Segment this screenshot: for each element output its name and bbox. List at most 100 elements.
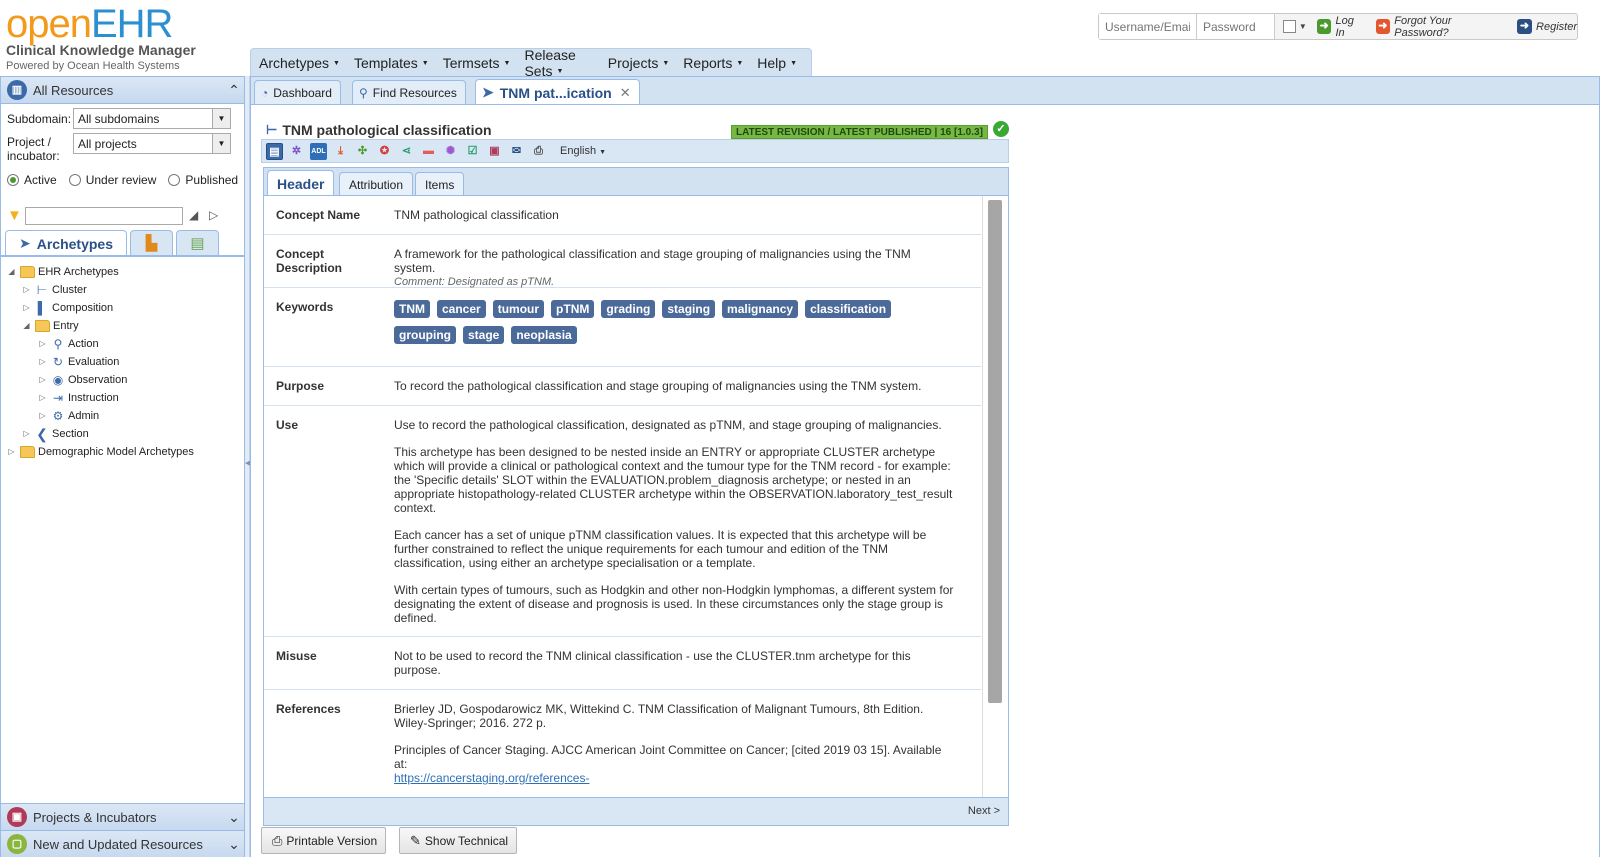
remember-dropdown-icon[interactable]: ▼ bbox=[1299, 22, 1307, 31]
chevron-down-icon[interactable]: ▼ bbox=[212, 109, 230, 128]
collapsed-triangle-icon[interactable]: ▷ bbox=[22, 303, 31, 312]
reference-link[interactable]: https://cancerstaging.org/references- bbox=[394, 771, 954, 785]
printable-version-button[interactable]: ⎙ Printable Version bbox=[261, 827, 387, 854]
award-icon[interactable]: ✪ bbox=[376, 143, 393, 160]
collapsed-triangle-icon[interactable]: ▷ bbox=[38, 375, 47, 384]
tab-archetypes[interactable]: ➤ Archetypes bbox=[5, 230, 127, 256]
tab-termsets[interactable]: ▤ bbox=[176, 230, 219, 256]
login-icon: ➜ bbox=[1316, 19, 1332, 34]
tree-node-admin[interactable]: ▷ ⚙ Admin bbox=[38, 407, 99, 424]
menu-release-sets[interactable]: Release Sets ▼ bbox=[524, 47, 593, 79]
status-filter: Active Under review Published bbox=[7, 173, 238, 187]
row-concept-name: Concept Name TNM pathological classifica… bbox=[264, 196, 981, 235]
menu-projects[interactable]: Projects ▼ bbox=[608, 55, 670, 71]
menu-termsets[interactable]: Termsets ▼ bbox=[443, 55, 511, 71]
collapsed-triangle-icon[interactable]: ▷ bbox=[38, 339, 47, 348]
tab-find-resources[interactable]: ⚲ Find Resources bbox=[352, 80, 466, 104]
tree-node-entry[interactable]: ◢ Entry bbox=[22, 317, 79, 334]
collapsed-triangle-icon[interactable]: ▷ bbox=[22, 429, 31, 438]
chevron-down-icon[interactable]: ⌄ bbox=[224, 836, 244, 853]
show-technical-button[interactable]: ✎ Show Technical bbox=[399, 827, 518, 854]
chevron-down-icon[interactable]: ▼ bbox=[212, 134, 230, 153]
chevron-down-icon[interactable]: ⌄ bbox=[224, 809, 244, 826]
discussion-icon[interactable]: ▬ bbox=[420, 143, 437, 160]
next-button[interactable]: Next > bbox=[968, 805, 1000, 817]
tree-node-ehr-archetypes[interactable]: ◢ EHR Archetypes bbox=[7, 263, 119, 280]
project-select[interactable]: All projects ▼ bbox=[73, 133, 231, 154]
task-icon[interactable]: ☑ bbox=[464, 143, 481, 160]
subdomain-select[interactable]: All subdomains ▼ bbox=[73, 108, 231, 129]
collapsed-triangle-icon[interactable]: ▷ bbox=[38, 357, 47, 366]
instruction-icon: ⇥ bbox=[52, 390, 64, 405]
menu-help[interactable]: Help ▼ bbox=[757, 55, 797, 71]
collapsed-triangle-icon[interactable]: ▷ bbox=[22, 285, 31, 294]
forgot-password-link[interactable]: ➜ Forgot Your Password? bbox=[1375, 15, 1508, 39]
adl-icon[interactable]: ADL bbox=[310, 142, 327, 160]
active-radio[interactable] bbox=[7, 174, 19, 186]
download-icon[interactable]: ⤓ bbox=[332, 143, 349, 160]
tree-node-evaluation[interactable]: ▷ ↻ Evaluation bbox=[38, 353, 119, 370]
document-subtabs: Header Attribution Items bbox=[263, 167, 1009, 196]
tab-items[interactable]: Items bbox=[415, 172, 465, 196]
archetype-icon: ➤ bbox=[482, 84, 494, 100]
next-match-icon[interactable]: ▷ bbox=[209, 208, 218, 222]
mail-icon[interactable]: ✉ bbox=[508, 143, 525, 160]
published-radio[interactable] bbox=[168, 174, 181, 186]
tab-document[interactable]: ➤ TNM pat...ication ✕ bbox=[475, 79, 640, 105]
menu-reports[interactable]: Reports ▼ bbox=[683, 55, 743, 71]
print-icon[interactable]: ⎙ bbox=[530, 143, 547, 160]
expanded-triangle-icon[interactable]: ◢ bbox=[22, 321, 31, 330]
app-subtitle: Clinical Knowledge Manager bbox=[6, 42, 196, 58]
termset-icon: ▤ bbox=[190, 235, 205, 252]
row-misuse: Misuse Not to be used to record the TNM … bbox=[264, 637, 981, 690]
menu-templates[interactable]: Templates ▼ bbox=[354, 55, 429, 71]
openehr-logo[interactable]: openEHR bbox=[6, 2, 173, 46]
chevron-up-icon[interactable]: ⌃ bbox=[224, 82, 244, 99]
tree-node-section[interactable]: ▷ ❮ Section bbox=[22, 425, 88, 442]
resource-type-tabs: ➤ Archetypes ▙ ▤ bbox=[5, 230, 245, 256]
pager-bar: Next > bbox=[263, 798, 1009, 826]
remember-me-checkbox[interactable] bbox=[1283, 20, 1296, 33]
tab-templates[interactable]: ▙ bbox=[130, 230, 173, 256]
collapsed-triangle-icon[interactable]: ▷ bbox=[38, 411, 47, 420]
all-resources-header[interactable]: ▥ All Resources ⌃ bbox=[1, 77, 244, 104]
view-icon[interactable]: ▤ bbox=[266, 142, 283, 160]
projects-icon: ▣ bbox=[7, 807, 27, 827]
login-link[interactable]: ➜ Log In bbox=[1316, 15, 1366, 39]
tree-node-observation[interactable]: ▷ ◉ Observation bbox=[38, 371, 127, 388]
tree-node-action[interactable]: ▷ ⚲ Action bbox=[38, 335, 98, 352]
check-circle-icon: ✓ bbox=[993, 121, 1009, 137]
expanded-triangle-icon[interactable]: ◢ bbox=[7, 267, 16, 276]
scrollbar-thumb[interactable] bbox=[988, 200, 1002, 703]
tree-node-composition[interactable]: ▷ ▌ Composition bbox=[22, 299, 113, 316]
tree-node-demographic[interactable]: ▷ Demographic Model Archetypes bbox=[7, 443, 194, 460]
tab-attribution[interactable]: Attribution bbox=[339, 172, 414, 196]
template-icon: ▙ bbox=[145, 235, 158, 252]
tree-node-instruction[interactable]: ▷ ⇥ Instruction bbox=[38, 389, 118, 406]
cluster-icon: ⊢ bbox=[266, 122, 278, 137]
collapsed-triangle-icon[interactable]: ▷ bbox=[38, 393, 47, 402]
collapsed-triangle-icon[interactable]: ▷ bbox=[7, 447, 16, 456]
tab-header[interactable]: Header bbox=[267, 170, 335, 196]
language-select[interactable]: English ▼ bbox=[560, 145, 606, 157]
projects-icon[interactable]: ▣ bbox=[486, 143, 503, 160]
review-icon[interactable]: ✺ bbox=[442, 143, 459, 160]
keyword-badge: malignancy bbox=[722, 300, 799, 318]
menu-archetypes[interactable]: Archetypes ▼ bbox=[259, 55, 340, 71]
close-icon[interactable]: ✕ bbox=[620, 85, 631, 101]
under-review-radio[interactable] bbox=[68, 174, 81, 186]
expand-all-icon[interactable]: ◢ bbox=[189, 208, 198, 222]
username-input[interactable] bbox=[1099, 14, 1197, 39]
projects-incubators-header[interactable]: ▣ Projects & Incubators ⌄ bbox=[1, 803, 244, 830]
tree-node-cluster[interactable]: ▷ ⊢ Cluster bbox=[22, 281, 86, 298]
compare-icon[interactable]: ✣ bbox=[354, 143, 371, 160]
mindmap-icon[interactable]: ✲ bbox=[288, 143, 305, 160]
filter-input[interactable] bbox=[25, 207, 183, 225]
content-scrollbar[interactable] bbox=[982, 196, 1008, 797]
new-updated-header[interactable]: ▢ New and Updated Resources ⌄ bbox=[1, 830, 244, 857]
tab-dashboard[interactable]: ◔ Dashboard bbox=[254, 80, 341, 104]
share-icon[interactable]: ⋖ bbox=[398, 143, 415, 160]
register-link[interactable]: ➜ Register bbox=[1517, 19, 1577, 34]
password-input[interactable] bbox=[1197, 14, 1275, 39]
left-panel: ▥ All Resources ⌃ Subdomain: All subdoma… bbox=[0, 76, 245, 857]
